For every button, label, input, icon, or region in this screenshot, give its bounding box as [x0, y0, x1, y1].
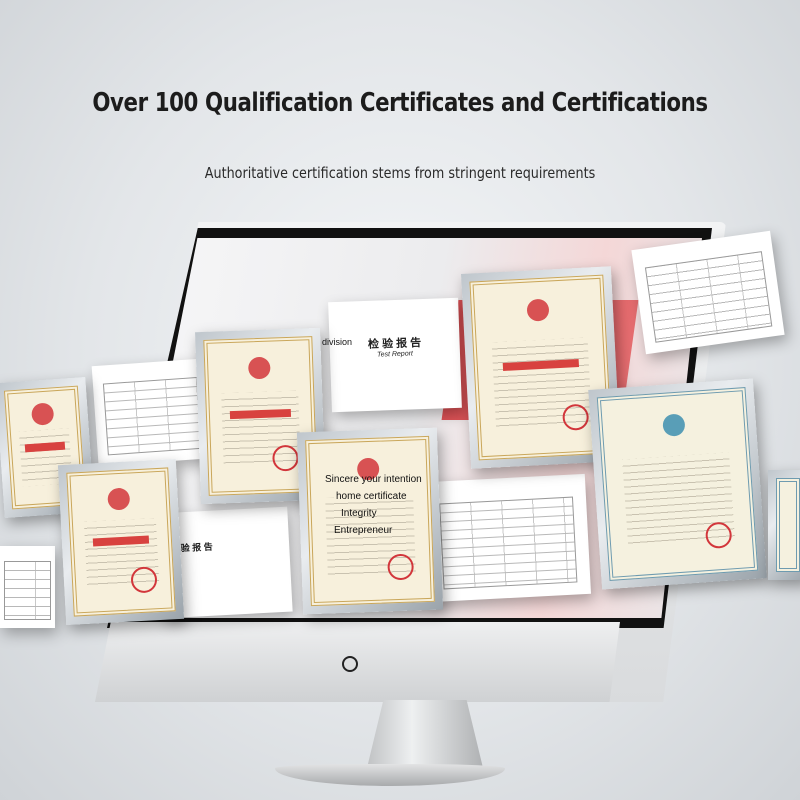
data-table-doc: [631, 230, 785, 355]
screen-label-line3: Integrity: [341, 508, 377, 519]
screen-label-line2: home certificate: [336, 491, 407, 502]
power-button-icon: [342, 656, 358, 672]
certificate-frame: [768, 470, 800, 580]
table-grid: [102, 376, 209, 456]
stamp-icon: [562, 404, 590, 432]
certificate-frame: [296, 427, 444, 615]
certificate-paper: [305, 435, 435, 607]
page-title: Over 100 Qualification Certificates and …: [92, 88, 708, 118]
stamp-icon: [130, 565, 158, 594]
seal-emblem-icon: [247, 356, 271, 380]
screen-label-line4: Entrepreneur: [334, 525, 393, 536]
inspection-report-doc: 检 验 报 告 Test Report: [328, 297, 462, 413]
screen-label-division: division: [322, 337, 353, 347]
certificate-paper: [596, 387, 759, 581]
monitor-stand-neck: [366, 700, 484, 770]
stamp-icon: [386, 553, 414, 581]
seal-emblem-icon: [661, 412, 686, 437]
table-grid: [438, 496, 578, 590]
table-grid: [4, 560, 51, 620]
seal-emblem-icon: [30, 402, 55, 426]
seal-emblem-icon: [107, 487, 131, 511]
stamp-icon: [271, 444, 299, 472]
certificate-paper: [776, 478, 800, 572]
screen-label-line1: Sincere your intention: [325, 474, 422, 485]
data-table-doc: [0, 546, 55, 628]
page-subtitle: Authoritative certification stems from s…: [204, 164, 596, 182]
seal-emblem-icon: [526, 298, 550, 322]
monitor-stand-base: [275, 764, 505, 786]
certificate-frame: [588, 378, 767, 590]
table-grid: [645, 251, 773, 343]
certificate-paper: [66, 467, 176, 617]
certificate-frame: [57, 459, 185, 625]
data-table-doc: [424, 473, 592, 603]
